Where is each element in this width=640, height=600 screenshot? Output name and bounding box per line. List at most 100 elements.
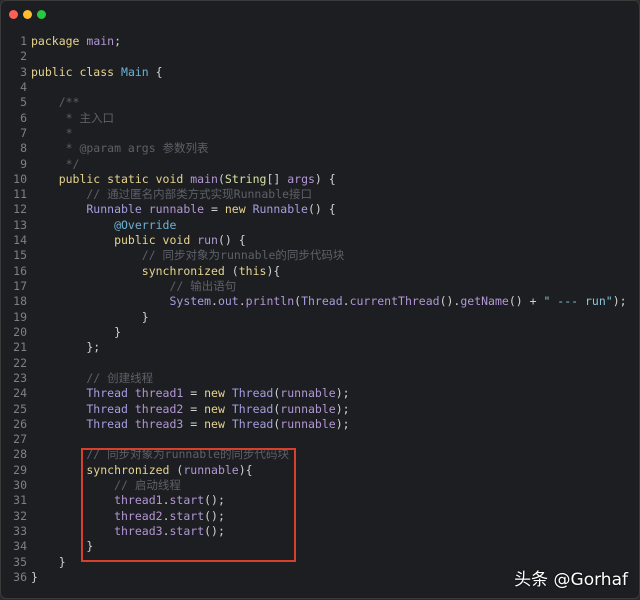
code-line: 3 public class Main {	[1, 65, 627, 80]
code-line: 27	[1, 432, 627, 447]
code-line: 17 // 输出语句	[1, 279, 627, 294]
code-line: 22	[1, 356, 627, 371]
code-token: =	[183, 386, 205, 401]
code-token: .	[211, 294, 218, 309]
minimize-button[interactable]	[23, 10, 32, 19]
line-content: System.out.println(Thread.currentThread(…	[31, 294, 626, 309]
code-token: // 创建线程	[31, 370, 154, 385]
code-token: .	[238, 294, 246, 309]
line-number: 34	[13, 539, 27, 554]
code-line: 18 System.out.println(Thread.currentThre…	[1, 294, 626, 309]
code-token: runnable	[280, 401, 336, 416]
code-token: new	[204, 416, 232, 431]
line-content: @Override	[31, 218, 176, 233]
line-number: 29	[13, 462, 27, 477]
code-token: // 通过匿名内部类方式实现Runnable接口	[31, 187, 313, 202]
code-token: runnable	[280, 386, 336, 401]
line-number: 18	[13, 294, 27, 309]
line-number: 31	[13, 493, 27, 508]
line-content: *	[31, 126, 73, 141]
code-token: );	[335, 386, 350, 401]
code-token: }	[31, 554, 66, 569]
line-number: 19	[13, 309, 27, 324]
line-number: 4	[20, 79, 27, 94]
line-number: 28	[13, 447, 27, 462]
line-number: 1	[20, 34, 27, 48]
code-token: Thread	[31, 401, 135, 416]
line-number: 30	[13, 478, 27, 493]
line-number: 17	[13, 279, 27, 293]
highlight-box	[81, 448, 296, 562]
line-number: 15	[13, 248, 27, 263]
code-token: Thread	[231, 416, 274, 431]
code-token: ) {	[314, 171, 336, 186]
code-token: () {	[217, 233, 246, 248]
line-content: public void run() {	[31, 233, 246, 248]
code-token: Runnable	[252, 202, 308, 217]
code-token: (	[231, 263, 239, 278]
code-token: out	[217, 294, 239, 309]
line-number: 11	[13, 187, 27, 202]
code-token: run	[197, 233, 218, 248]
code-token: runnable	[280, 416, 336, 431]
line-number: 9	[20, 156, 27, 171]
code-token: args	[287, 171, 315, 186]
code-token: thread3	[134, 416, 184, 431]
line-content: // 输出语句	[31, 279, 236, 294]
line-number: 14	[13, 233, 27, 248]
line-content: // 创建线程	[31, 371, 153, 386]
code-line: 23 // 创建线程	[1, 371, 627, 386]
code-token: ;	[114, 34, 122, 48]
code-line: 6 * 主入口	[1, 111, 627, 126]
line-content: * 主入口	[31, 111, 114, 126]
line-content: synchronized (this){	[31, 263, 281, 279]
line-content: };	[31, 340, 100, 355]
code-line: 8 * @param args 参数列表	[1, 141, 627, 156]
code-token: thread2	[134, 401, 184, 416]
code-token: main	[86, 34, 115, 48]
code-line: 5 /**	[1, 95, 627, 110]
line-content: }	[31, 310, 149, 325]
code-token: println	[245, 294, 295, 309]
code-token: public class	[31, 64, 122, 79]
code-token: ){	[266, 263, 281, 278]
line-number: 36	[13, 569, 27, 584]
code-token: }	[31, 569, 38, 584]
line-number: 8	[20, 141, 27, 156]
code-token: new	[224, 202, 253, 217]
code-token: .	[342, 294, 350, 309]
line-number: 13	[13, 217, 27, 232]
line-number: 32	[13, 508, 27, 523]
maximize-button[interactable]	[37, 10, 46, 19]
code-token: };	[31, 340, 101, 355]
line-number: 12	[13, 202, 27, 217]
code-token: thread1	[134, 386, 184, 401]
line-number: 6	[20, 110, 27, 125]
code-token: Thread	[31, 386, 135, 401]
code-line: 11 // 通过匿名内部类方式实现Runnable接口	[1, 187, 627, 202]
code-token: () +	[508, 294, 544, 309]
line-content: }	[31, 325, 121, 340]
code-line: 4	[1, 80, 627, 95]
line-content: */	[31, 157, 80, 172]
code-token: Main	[121, 64, 149, 79]
line-content: public class Main {	[31, 65, 163, 80]
line-number: 3	[20, 64, 27, 79]
code-token: getName	[460, 294, 509, 309]
code-token: Thread	[231, 401, 274, 416]
code-line: 19 }	[1, 310, 627, 325]
code-token: =	[183, 401, 205, 416]
code-token: runnable	[148, 202, 205, 217]
code-token: }	[31, 309, 149, 324]
code-line: 26 Thread thread3 = new Thread(runnable)…	[1, 417, 627, 432]
code-token: " --- run"	[543, 294, 613, 309]
code-token: /**	[31, 95, 80, 110]
code-token: package	[31, 34, 87, 48]
line-content: * @param args 参数列表	[31, 141, 209, 156]
line-content: Runnable runnable = new Runnable() {	[31, 202, 335, 217]
line-number: 7	[20, 125, 27, 140]
close-button[interactable]	[9, 10, 18, 19]
code-line: 21 };	[1, 340, 627, 355]
code-token: // 同步对象为runnable的同步代码块	[31, 248, 345, 263]
code-token: =	[183, 416, 205, 431]
